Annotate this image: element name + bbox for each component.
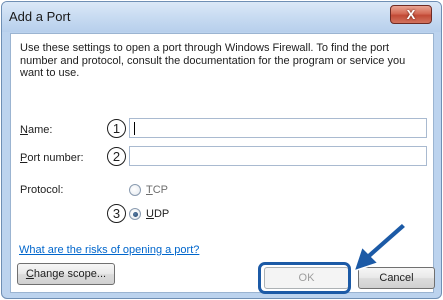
title-bar: Add a Port X: [2, 2, 441, 32]
name-input[interactable]: [129, 118, 427, 138]
text-caret: [134, 122, 135, 135]
intro-text: Use these settings to open a port throug…: [20, 42, 406, 79]
udp-label: UDP: [146, 208, 170, 220]
port-number-input[interactable]: [129, 146, 427, 166]
tcp-label: TCP: [146, 184, 169, 196]
ok-button-highlight: [258, 262, 351, 294]
name-label: Name:: [20, 124, 53, 136]
callout-2: 2: [107, 147, 126, 166]
protocol-label: Protocol:: [20, 184, 64, 196]
close-icon: X: [406, 7, 416, 22]
udp-radio-button[interactable]: [129, 208, 141, 220]
udp-radio[interactable]: UDP: [129, 208, 169, 220]
arrow-pointer-icon: [352, 223, 408, 273]
callout-3: 3: [107, 204, 126, 223]
callout-1: 1: [107, 119, 126, 138]
port-risks-link[interactable]: What are the risks of opening a port?: [19, 244, 199, 256]
tcp-radio-button[interactable]: [129, 184, 141, 196]
change-scope-button[interactable]: Change scope...: [17, 263, 115, 285]
port-number-label: Port number:: [20, 152, 84, 164]
close-button[interactable]: X: [390, 5, 432, 24]
tcp-radio[interactable]: TCP: [129, 184, 168, 196]
dialog-title: Add a Port: [9, 9, 71, 24]
